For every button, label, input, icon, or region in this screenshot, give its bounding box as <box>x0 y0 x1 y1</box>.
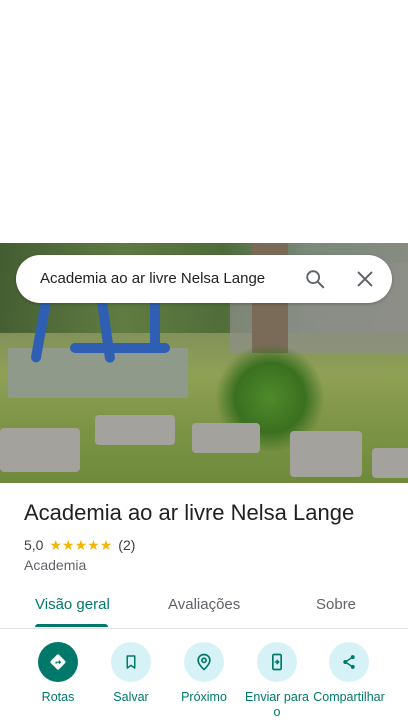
directions-label: Rotas <box>41 690 75 704</box>
tab-overview[interactable]: Visão geral <box>35 596 110 613</box>
share-icon <box>329 642 369 682</box>
search-icon[interactable] <box>304 268 326 290</box>
tab-about[interactable]: Sobre <box>316 596 356 613</box>
search-input[interactable]: Academia ao ar livre Nelsa Lange <box>40 270 265 287</box>
rating-value: 5,0 <box>24 537 44 553</box>
nearby-button[interactable]: Próximo <box>167 642 241 705</box>
photo-stone <box>290 431 362 477</box>
tab-indicator <box>35 624 108 627</box>
close-icon[interactable] <box>354 268 376 290</box>
place-category[interactable]: Academia <box>24 557 86 573</box>
nearby-label: Próximo <box>181 690 227 704</box>
send-to-phone-icon <box>257 642 297 682</box>
photo-stone <box>95 415 175 445</box>
send-to-phone-button[interactable]: Enviar para o <box>240 642 314 720</box>
photo-stone <box>0 428 80 472</box>
directions-icon <box>38 642 78 682</box>
send-to-phone-label: Enviar para o <box>245 690 309 719</box>
share-button[interactable]: Compartilhar <box>312 642 386 705</box>
tab-bar: Visão geral Avaliações Sobre <box>0 586 408 629</box>
save-label: Salvar <box>113 690 149 704</box>
place-title: Academia ao ar livre Nelsa Lange <box>24 500 355 525</box>
star-icon: ★ <box>99 537 113 553</box>
photo-stone <box>192 423 260 453</box>
map-blank-area <box>0 0 408 243</box>
rating-row[interactable]: 5,0 ★ ★ ★ ★ ★ (2) <box>24 536 135 554</box>
star-rating: ★ ★ ★ ★ ★ <box>49 538 112 552</box>
photo-stone <box>372 448 408 478</box>
nearby-icon <box>184 642 224 682</box>
directions-button[interactable]: Rotas <box>21 642 95 705</box>
star-icon: ★ <box>74 537 88 553</box>
search-bar[interactable]: Academia ao ar livre Nelsa Lange <box>16 255 392 303</box>
star-icon: ★ <box>49 537 63 553</box>
reviews-count[interactable]: (2) <box>118 537 135 553</box>
save-button[interactable]: Salvar <box>94 642 168 705</box>
share-label: Compartilhar <box>313 690 385 704</box>
star-icon: ★ <box>62 537 75 553</box>
tab-reviews[interactable]: Avaliações <box>168 596 240 613</box>
star-icon: ★ <box>87 537 100 553</box>
bookmark-icon <box>111 642 151 682</box>
